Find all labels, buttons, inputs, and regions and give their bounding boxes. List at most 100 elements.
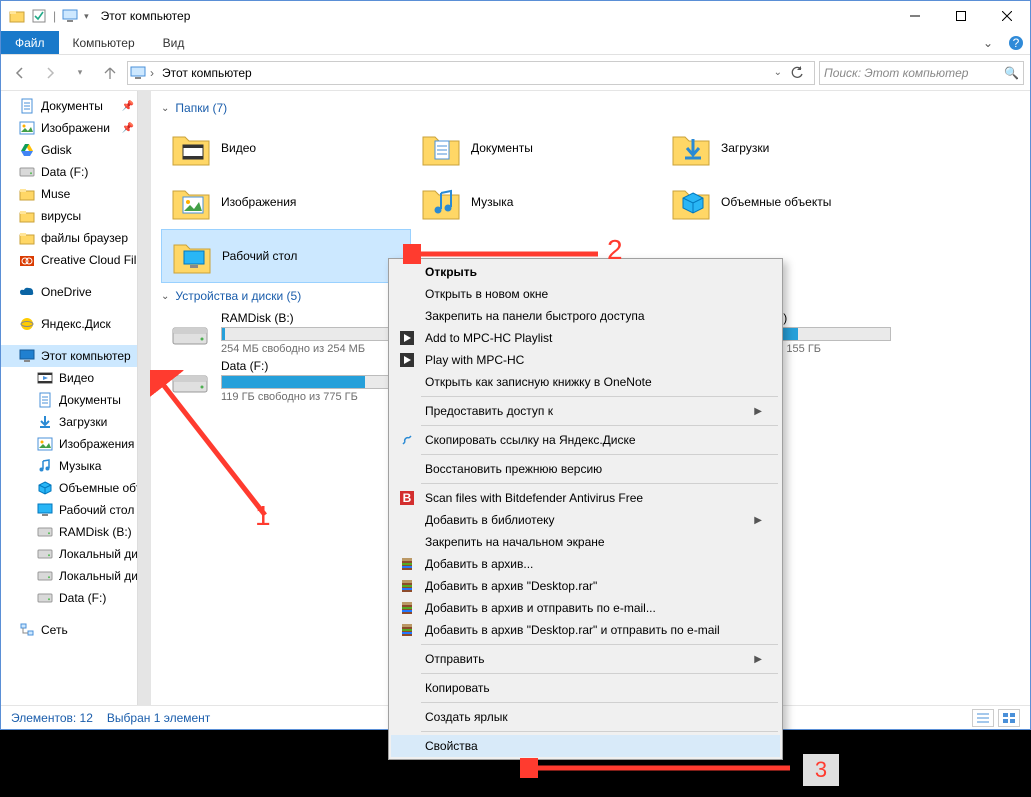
menu-item[interactable]: Отправить ▶: [391, 648, 780, 670]
chevron-down-icon[interactable]: ▾: [84, 11, 89, 22]
annotation-arrow-1: [150, 370, 280, 520]
sidebar-item[interactable]: Локальный дис: [1, 543, 150, 565]
sidebar-item[interactable]: Рабочий стол: [1, 499, 150, 521]
sidebar-item-onedrive[interactable]: OneDrive: [1, 281, 150, 303]
menu-item[interactable]: Add to MPC-HC Playlist: [391, 327, 780, 349]
sidebar-item[interactable]: Документы: [1, 389, 150, 411]
sidebar-item[interactable]: Локальный дис: [1, 565, 150, 587]
menu-item[interactable]: Предоставить доступ к▶: [391, 400, 780, 422]
addr-dropdown-icon[interactable]: ⌄: [770, 67, 786, 78]
menu-item[interactable]: Закрепить на панели быстрого доступа: [391, 305, 780, 327]
folder-tile[interactable]: Объемные объекты: [661, 175, 911, 229]
section-folders[interactable]: ⌄Папки (7): [161, 101, 1030, 115]
sidebar-item[interactable]: Музыка: [1, 455, 150, 477]
sidebar-item[interactable]: Объемные объ: [1, 477, 150, 499]
nav-recent-button[interactable]: ▾: [67, 60, 93, 86]
maximize-button[interactable]: [938, 1, 984, 31]
folder-tile[interactable]: Рабочий стол: [161, 229, 411, 283]
annotation-arrow-2: [403, 244, 603, 264]
sidebar-label: Видео: [59, 371, 94, 385]
menu-item-label: Add to MPC-HC Playlist: [425, 331, 552, 345]
menu-item[interactable]: Добавить в архив "Desktop.rar": [391, 575, 780, 597]
nav-forward-button[interactable]: [37, 60, 63, 86]
close-button[interactable]: [984, 1, 1030, 31]
sidebar-item[interactable]: Gdisk: [1, 139, 150, 161]
submenu-arrow-icon: ▶: [754, 654, 762, 665]
nav-up-button[interactable]: [97, 60, 123, 86]
menu-item[interactable]: Свойства: [391, 735, 780, 757]
pic-icon: [19, 120, 35, 136]
menu-item[interactable]: Закрепить на начальном экране: [391, 531, 780, 553]
menu-item[interactable]: Добавить в архив...: [391, 553, 780, 575]
drive-tile[interactable]: RAMDisk (B:) 254 МБ свободно из 254 МБ: [161, 309, 411, 357]
menu-item[interactable]: Открыть как записную книжку в OneNote: [391, 371, 780, 393]
tab-file[interactable]: Файл: [1, 31, 59, 54]
sidebar-item[interactable]: Изображени📌: [1, 117, 150, 139]
menu-item-label: Отправить: [425, 652, 485, 666]
drive-icon: [169, 312, 211, 354]
nav-back-button[interactable]: [7, 60, 33, 86]
menu-item-label: Копировать: [425, 681, 490, 695]
refresh-icon[interactable]: [790, 66, 812, 80]
sidebar-label: Creative Cloud Fil: [41, 253, 136, 267]
menu-item[interactable]: Добавить в архив "Desktop.rar" и отправи…: [391, 619, 780, 641]
menu-item-label: Добавить в архив "Desktop.rar": [425, 579, 597, 593]
sidebar-item-network[interactable]: Сеть: [1, 619, 150, 641]
view-large-button[interactable]: [998, 709, 1020, 727]
menu-item-label: Play with MPC-HC: [425, 353, 524, 367]
address-bar[interactable]: › Этот компьютер ⌄: [127, 61, 815, 85]
folder-tile[interactable]: Изображения: [161, 175, 411, 229]
folder-tile[interactable]: Видео: [161, 121, 411, 175]
menu-item[interactable]: Создать ярлык: [391, 706, 780, 728]
sidebar-item[interactable]: Creative Cloud Fil: [1, 249, 150, 271]
view-details-button[interactable]: [972, 709, 994, 727]
breadcrumb-this-pc[interactable]: Этот компьютер: [158, 66, 256, 80]
tab-view[interactable]: Вид: [149, 31, 199, 54]
sidebar-item[interactable]: Muse: [1, 183, 150, 205]
sidebar-item[interactable]: Изображения: [1, 433, 150, 455]
yadisk-icon: [19, 316, 35, 332]
menu-separator: [421, 731, 778, 732]
folder-tile[interactable]: Документы: [411, 121, 661, 175]
sidebar-item-yadisk[interactable]: Яндекс.Диск: [1, 313, 150, 335]
menu-item[interactable]: Скопировать ссылку на Яндекс.Диске: [391, 429, 780, 451]
sidebar-label: Рабочий стол: [59, 503, 134, 517]
sidebar-item[interactable]: Data (F:): [1, 161, 150, 183]
sidebar-item[interactable]: файлы браузер: [1, 227, 150, 249]
folder-tile[interactable]: Музыка: [411, 175, 661, 229]
menu-item-label: Свойства: [425, 739, 478, 753]
tab-computer[interactable]: Компьютер: [59, 31, 149, 54]
nav-tree[interactable]: Документы📌Изображени📌GdiskData (F:)Museв…: [1, 91, 151, 705]
breadcrumb-sep[interactable]: ›: [150, 66, 154, 80]
properties-icon[interactable]: [31, 8, 47, 24]
menu-item[interactable]: Открыть: [391, 261, 780, 283]
sidebar-label: OneDrive: [41, 285, 92, 299]
download-icon: [37, 414, 53, 430]
pc-icon: [130, 66, 146, 80]
search-input[interactable]: [824, 66, 1004, 80]
menu-item[interactable]: Открыть в новом окне: [391, 283, 780, 305]
sidebar-item[interactable]: вирусы: [1, 205, 150, 227]
search-icon[interactable]: 🔍: [1004, 66, 1019, 80]
menu-item[interactable]: BScan files with Bitdefender Antivirus F…: [391, 487, 780, 509]
minimize-button[interactable]: [892, 1, 938, 31]
3d-icon: [37, 480, 53, 496]
sidebar-item-this-pc[interactable]: Этот компьютер: [1, 345, 150, 367]
menu-item[interactable]: Копировать: [391, 677, 780, 699]
sidebar-item[interactable]: RAMDisk (B:): [1, 521, 150, 543]
menu-item[interactable]: Восстановить прежнюю версию: [391, 458, 780, 480]
pic-icon: [37, 436, 53, 452]
menu-item[interactable]: Добавить в архив и отправить по e-mail..…: [391, 597, 780, 619]
folder-tile[interactable]: Загрузки: [661, 121, 911, 175]
sidebar-item[interactable]: Видео: [1, 367, 150, 389]
bd-icon: B: [399, 490, 415, 506]
search-box[interactable]: 🔍: [819, 61, 1024, 85]
menu-item[interactable]: Play with MPC-HC: [391, 349, 780, 371]
sidebar-item[interactable]: Загрузки: [1, 411, 150, 433]
ribbon-collapse-icon[interactable]: ⌄: [974, 31, 1002, 54]
menu-item[interactable]: Добавить в библиотеку▶: [391, 509, 780, 531]
section-title: Папки (7): [175, 101, 227, 115]
help-icon[interactable]: ?: [1002, 31, 1030, 54]
sidebar-item[interactable]: Data (F:): [1, 587, 150, 609]
sidebar-item[interactable]: Документы📌: [1, 95, 150, 117]
